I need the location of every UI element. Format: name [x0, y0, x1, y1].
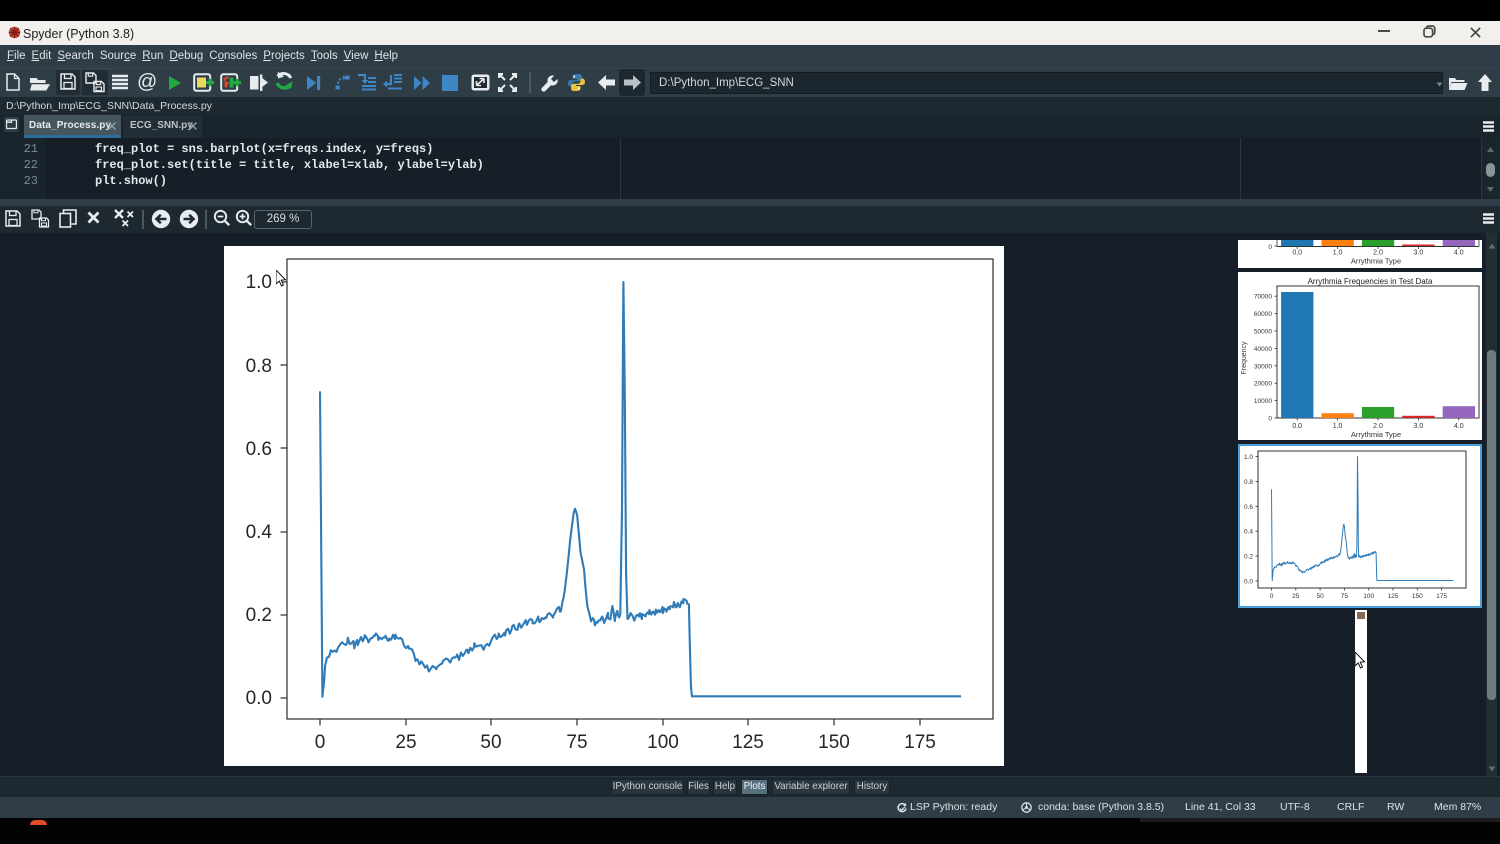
svg-text:150: 150 [1412, 593, 1423, 600]
svg-text:25: 25 [1292, 593, 1300, 600]
svg-text:75: 75 [1341, 593, 1349, 600]
svg-text:100: 100 [1363, 593, 1374, 600]
svg-text:1.0: 1.0 [1244, 454, 1253, 461]
svg-text:0.6: 0.6 [1244, 504, 1253, 511]
svg-text:0.8: 0.8 [1244, 479, 1253, 486]
svg-text:50: 50 [1316, 593, 1324, 600]
svg-text:0.2: 0.2 [1244, 554, 1253, 561]
svg-text:0: 0 [1270, 593, 1274, 600]
svg-text:0.0: 0.0 [1244, 579, 1253, 586]
svg-text:0.4: 0.4 [1244, 529, 1253, 536]
svg-text:125: 125 [1388, 593, 1399, 600]
svg-text:175: 175 [1436, 593, 1447, 600]
